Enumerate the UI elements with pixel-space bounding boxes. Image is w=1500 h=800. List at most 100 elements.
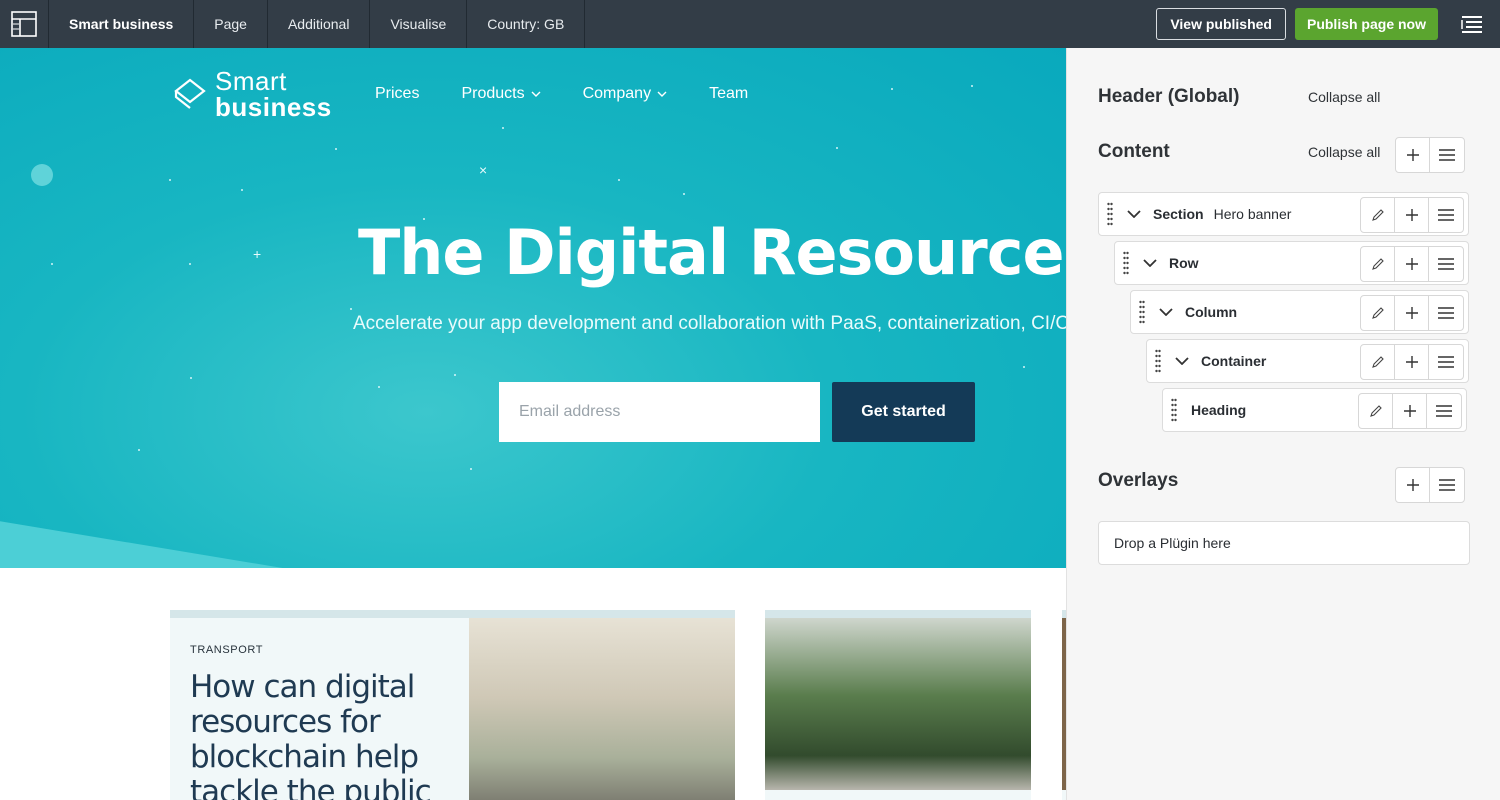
card-title[interactable]: How can digital resources for blockchain… — [190, 670, 460, 800]
article-card[interactable] — [765, 610, 1031, 800]
tree-item-name: Row — [1169, 255, 1199, 271]
view-published-button[interactable]: View published — [1156, 8, 1286, 40]
tree-item-actions — [1360, 295, 1464, 331]
layout-icon[interactable] — [0, 0, 49, 48]
logo-line2: business — [215, 92, 332, 122]
cube-logo-icon — [174, 78, 206, 109]
add-icon[interactable] — [1395, 198, 1429, 232]
drag-handle-icon[interactable] — [1131, 300, 1153, 324]
edit-icon[interactable] — [1359, 394, 1393, 428]
chevron-down-icon — [531, 91, 541, 97]
tree-item-heading[interactable]: Heading — [1162, 388, 1467, 432]
drag-handle-icon[interactable] — [1099, 202, 1121, 226]
hero-banner[interactable]: × + Smart business Prices Products Compa… — [0, 48, 1066, 568]
nav-label: Products — [461, 85, 525, 102]
chevron-down-icon[interactable] — [1137, 259, 1163, 267]
structure-panel: Header (Global) Collapse all Content Col… — [1066, 48, 1500, 800]
tree-item-actions — [1360, 344, 1464, 380]
add-icon[interactable] — [1393, 394, 1427, 428]
get-started-button[interactable]: Get started — [832, 382, 975, 442]
tab-visualise[interactable]: Visualise — [370, 0, 468, 48]
publish-page-button[interactable]: Publish page now — [1294, 8, 1438, 40]
menu-icon[interactable] — [1430, 138, 1464, 172]
menu-icon[interactable] — [1427, 394, 1461, 428]
toggle-panel-icon[interactable] — [1458, 0, 1486, 48]
star-dot — [378, 386, 380, 388]
edit-icon[interactable] — [1361, 198, 1395, 232]
email-input[interactable] — [499, 382, 820, 442]
overlays-title: Overlays — [1098, 470, 1179, 491]
editor-toolbar: Smart business Page Additional Visualise… — [0, 0, 1500, 48]
collapse-all-link[interactable]: Collapse all — [1308, 144, 1380, 160]
tree-item-column[interactable]: Column — [1130, 290, 1469, 334]
chevron-down-icon[interactable] — [1121, 210, 1147, 218]
nav-products[interactable]: Products — [461, 85, 541, 103]
tab-smart-business[interactable]: Smart business — [49, 0, 195, 48]
nav-team[interactable]: Team — [709, 85, 748, 103]
site-nav: Smart business Prices Products Company T… — [173, 68, 748, 120]
tree-item-name: Column — [1185, 304, 1238, 320]
site-logo[interactable]: Smart business — [173, 68, 333, 120]
plugin-dropzone[interactable]: Drop a Plügin here — [1098, 521, 1470, 565]
star-dot — [335, 148, 337, 150]
tab-additional[interactable]: Additional — [268, 0, 371, 48]
star-dot — [190, 377, 192, 379]
tree-item-actions — [1358, 393, 1462, 429]
sparkle-icon: + — [253, 246, 262, 262]
hero-subtitle: Accelerate your app development and coll… — [353, 313, 1066, 334]
sparkle-icon: × — [479, 162, 488, 178]
chevron-down-icon — [657, 91, 667, 97]
add-icon[interactable] — [1396, 468, 1430, 502]
planet-decoration — [31, 164, 53, 186]
tree-item-name: Heading — [1191, 402, 1247, 418]
drag-handle-icon[interactable] — [1115, 251, 1137, 275]
tree-item-row[interactable]: Row — [1114, 241, 1469, 285]
chevron-down-icon[interactable] — [1153, 308, 1179, 316]
star-dot — [683, 193, 685, 195]
nav-label: Prices — [375, 85, 420, 102]
collapse-all-link[interactable]: Collapse all — [1308, 89, 1380, 105]
tree-item-name: Container — [1201, 353, 1267, 369]
star-dot — [350, 308, 352, 310]
nav-label: Company — [582, 85, 652, 102]
logo-line1: Smart — [215, 66, 287, 96]
tree-item-actions — [1360, 197, 1464, 233]
content-title: Content — [1098, 141, 1170, 162]
overlays-actions — [1395, 467, 1465, 503]
tree-item-section[interactable]: Section Hero banner — [1098, 192, 1469, 236]
header-global-title: Header (Global) — [1098, 86, 1240, 107]
nav-label: Team — [709, 85, 749, 102]
add-icon[interactable] — [1395, 296, 1429, 330]
chevron-down-icon[interactable] — [1169, 357, 1195, 365]
menu-icon[interactable] — [1429, 247, 1463, 281]
edit-icon[interactable] — [1361, 247, 1395, 281]
add-icon[interactable] — [1395, 345, 1429, 379]
tree-item-subtitle: Hero banner — [1213, 206, 1292, 222]
drag-handle-icon[interactable] — [1147, 349, 1169, 373]
star-dot — [138, 449, 140, 451]
outdoor-photo-image — [765, 618, 1031, 790]
menu-icon[interactable] — [1430, 468, 1464, 502]
star-dot — [454, 374, 456, 376]
edit-icon[interactable] — [1361, 345, 1395, 379]
nav-prices[interactable]: Prices — [375, 85, 419, 103]
star-dot — [1023, 366, 1025, 368]
menu-icon[interactable] — [1429, 296, 1463, 330]
star-dot — [836, 147, 838, 149]
article-card[interactable]: TRANSPORT How can digital resources for … — [170, 610, 735, 800]
star-dot — [169, 179, 171, 181]
tab-country[interactable]: Country: GB — [467, 0, 586, 48]
tab-page[interactable]: Page — [194, 0, 268, 48]
star-dot — [470, 468, 472, 470]
tree-item-container[interactable]: Container — [1146, 339, 1469, 383]
star-dot — [51, 263, 53, 265]
menu-icon[interactable] — [1429, 345, 1463, 379]
add-icon[interactable] — [1395, 247, 1429, 281]
add-icon[interactable] — [1396, 138, 1430, 172]
nav-company[interactable]: Company — [583, 85, 667, 103]
drag-handle-icon[interactable] — [1163, 398, 1185, 422]
menu-icon[interactable] — [1429, 198, 1463, 232]
tree-item-actions — [1360, 246, 1464, 282]
star-dot — [502, 127, 504, 129]
edit-icon[interactable] — [1361, 296, 1395, 330]
